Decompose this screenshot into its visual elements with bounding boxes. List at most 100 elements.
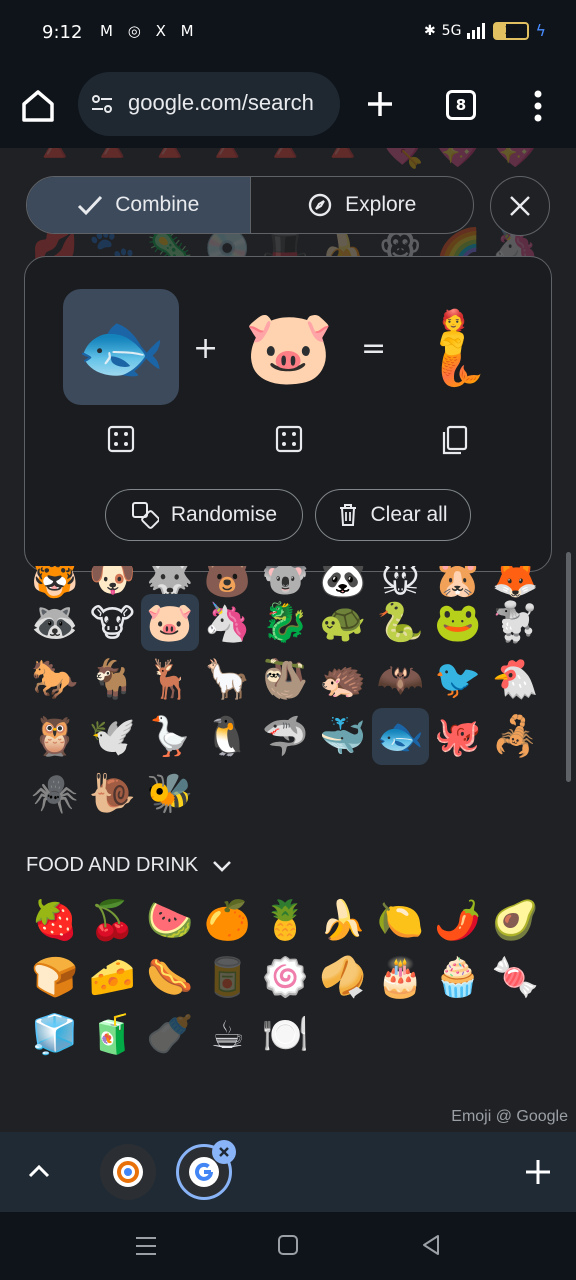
emoji-cell[interactable]: 💖 [487, 148, 545, 177]
more-menu-icon[interactable] [526, 88, 550, 124]
randomise-button[interactable]: Randomise [105, 489, 303, 541]
new-tab-icon[interactable] [362, 86, 398, 122]
emoji-cell[interactable]: 🐦 [429, 651, 487, 708]
emoji-cell[interactable]: 🔺 [199, 148, 257, 177]
emoji-cell[interactable]: 🧀 [84, 949, 142, 1006]
emoji-cell[interactable]: 🐧 [199, 708, 257, 765]
emoji-cell[interactable]: 🍓 [26, 892, 84, 949]
food-section-header[interactable]: FOOD AND DRINK [26, 854, 232, 877]
emoji-cell[interactable]: 🪿 [141, 708, 199, 765]
copy-icon[interactable] [439, 425, 469, 455]
emoji-cell[interactable]: 🦈 [256, 708, 314, 765]
status-indicators: ✱ 5G 34 ϟ [424, 21, 546, 40]
emoji-cell[interactable]: 🔺 [141, 148, 199, 177]
emoji-cell[interactable]: 🍬 [487, 949, 545, 1006]
close-tab-button[interactable] [212, 1140, 236, 1164]
add-tab-icon[interactable] [524, 1158, 552, 1186]
clear-all-button[interactable]: Clear all [315, 489, 471, 541]
emoji-cell[interactable]: 🦥 [256, 651, 314, 708]
emoji-grid-top: 🔺 🔺 🔺 🔺 🔺 🔺 💘 💖 💖 [26, 148, 546, 177]
emoji-cell[interactable]: 🕊️ [84, 708, 142, 765]
second-emoji-slot[interactable]: 🐷 [231, 289, 347, 405]
emoji-cell[interactable]: 🥠 [314, 949, 372, 1006]
recents-icon[interactable] [134, 1234, 158, 1258]
status-time: 9:12 [42, 22, 83, 43]
emoji-cell[interactable]: 🐎 [26, 651, 84, 708]
charging-icon: ϟ [535, 21, 546, 40]
address-bar[interactable]: google.com/search [78, 72, 340, 136]
emoji-cell[interactable]: 🍥 [256, 949, 314, 1006]
emoji-cell[interactable]: 🔺 [84, 148, 142, 177]
back-icon[interactable] [420, 1234, 442, 1256]
emoji-cell[interactable]: 🐸 [429, 594, 487, 651]
emoji-cell[interactable]: 🍒 [84, 892, 142, 949]
combine-tab[interactable]: Combine [27, 177, 250, 233]
emoji-cell[interactable]: 🍋 [372, 892, 430, 949]
home-icon[interactable] [18, 86, 58, 126]
emoji-cell[interactable]: 🍍 [256, 892, 314, 949]
emoji-cell[interactable]: 🍞 [26, 949, 84, 1006]
emoji-cell[interactable]: 🦔 [314, 651, 372, 708]
emoji-cell[interactable]: 🥑 [487, 892, 545, 949]
emoji-cell[interactable]: 🍼 [141, 1006, 199, 1063]
emoji-credit: Emoji @ Google [451, 1108, 568, 1125]
emoji-cell[interactable]: 🌭 [141, 949, 199, 1006]
emoji-cell[interactable]: 🦇 [372, 651, 430, 708]
tab-thumbnail[interactable] [100, 1144, 156, 1200]
tab-switcher-button[interactable]: 8 [446, 90, 476, 120]
emoji-cell[interactable]: 💘 [372, 148, 430, 177]
emoji-cell[interactable]: 🦄 [199, 594, 257, 651]
close-button[interactable] [490, 176, 550, 236]
emoji-cell[interactable]: 🥫 [199, 949, 257, 1006]
emoji-cell[interactable]: 🦝 [26, 594, 84, 651]
explore-tab[interactable]: Explore [249, 177, 474, 233]
first-emoji-slot[interactable]: 🐟 [63, 289, 179, 405]
notification-icons: M ◎ X M [100, 22, 199, 40]
emoji-cell[interactable]: 🧊 [26, 1006, 84, 1063]
emoji-cell[interactable]: 🐍 [372, 594, 430, 651]
emoji-cell[interactable]: 🦉 [26, 708, 84, 765]
emoji-cell[interactable]: 🔺 [26, 148, 84, 177]
emoji-cell[interactable]: 🍉 [141, 892, 199, 949]
emoji-cell[interactable]: 🦂 [487, 708, 545, 765]
emoji-cell[interactable]: 🐝 [141, 765, 199, 822]
emoji-cell[interactable]: 🐟 [371, 708, 430, 765]
emoji-cell[interactable]: 🔺 [314, 148, 372, 177]
explore-label: Explore [345, 193, 417, 216]
emoji-cell[interactable]: 🍽️ [256, 1006, 314, 1063]
close-icon [219, 1147, 229, 1157]
emoji-cell[interactable]: 🐙 [429, 708, 487, 765]
emoji-cell[interactable]: 🍊 [199, 892, 257, 949]
emoji-cell[interactable]: 🌶️ [429, 892, 487, 949]
dice-icon[interactable] [107, 425, 135, 453]
emoji-cell[interactable]: 🧁 [429, 949, 487, 1006]
emoji-cell[interactable]: 🦌 [141, 651, 199, 708]
dice-icon[interactable] [275, 425, 303, 453]
tab-strip [0, 1132, 576, 1212]
emoji-cell[interactable]: 🐳 [314, 708, 372, 765]
emoji-cell[interactable]: 🍌 [314, 892, 372, 949]
emoji-cell[interactable]: 🐉 [256, 594, 314, 651]
emoji-cell[interactable]: 🐩 [487, 594, 545, 651]
emoji-cell[interactable]: 🐔 [487, 651, 545, 708]
emoji-cell[interactable]: 🐐 [84, 651, 142, 708]
emoji-cell[interactable]: 🔺 [256, 148, 314, 177]
emoji-cell[interactable]: 🕷️ [26, 765, 84, 822]
scrollbar[interactable] [566, 552, 571, 782]
emoji-cell[interactable]: 💖 [429, 148, 487, 177]
emoji-cell[interactable]: 🐌 [84, 765, 142, 822]
result-emoji[interactable]: 🧜 [395, 289, 511, 405]
emoji-cell[interactable]: 🐷 [141, 594, 199, 651]
chevron-up-icon[interactable] [26, 1158, 52, 1184]
emoji-cell[interactable]: ☕ [199, 1006, 257, 1063]
home-nav-icon[interactable] [277, 1234, 299, 1256]
emoji-cell[interactable]: 🐢 [314, 594, 372, 651]
emoji-cell[interactable]: 🐮 [84, 594, 142, 651]
emoji-grid-animals: 🦝 🐮 🐷 🦄 🐉 🐢 🐍 🐸 🐩 🐎 🐐 🦌 🦙 🦥 🦔 🦇 🐦 🐔 🦉 🕊️ 🪿 🐧 🦈 🐳 🐟 🐙 🦂 🕷️ 🐌 🐝 [26, 594, 546, 822]
emoji-cell[interactable]: 🦙 [199, 651, 257, 708]
clear-all-label: Clear all [370, 503, 448, 526]
emoji-cell[interactable]: 🧃 [84, 1006, 142, 1063]
emoji-cell[interactable]: 🎂 [372, 949, 430, 1006]
tune-icon[interactable] [90, 92, 114, 116]
equals-sign: = [361, 331, 387, 366]
